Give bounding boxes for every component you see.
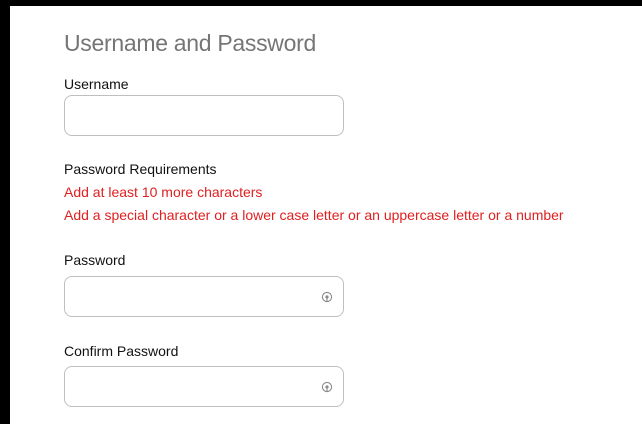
confirm-password-input[interactable] [65,367,343,406]
username-label: Username [64,76,129,92]
requirement-error-length: Add at least 10 more characters [64,184,263,200]
password-input[interactable] [65,277,343,316]
credentials-panel: Username and Password Username Password … [10,6,642,424]
username-field-container [64,95,344,136]
password-requirements-label: Password Requirements [64,161,217,177]
password-label: Password [64,252,126,268]
eye-reveal-icon[interactable] [321,291,333,303]
password-field-container [64,276,344,317]
confirm-password-label: Confirm Password [64,343,179,359]
confirm-password-field-container [64,366,344,407]
requirement-error-character-type: Add a special character or a lower case … [64,207,564,223]
username-input[interactable] [65,96,343,135]
section-title: Username and Password [64,30,316,56]
eye-reveal-icon[interactable] [321,381,333,393]
